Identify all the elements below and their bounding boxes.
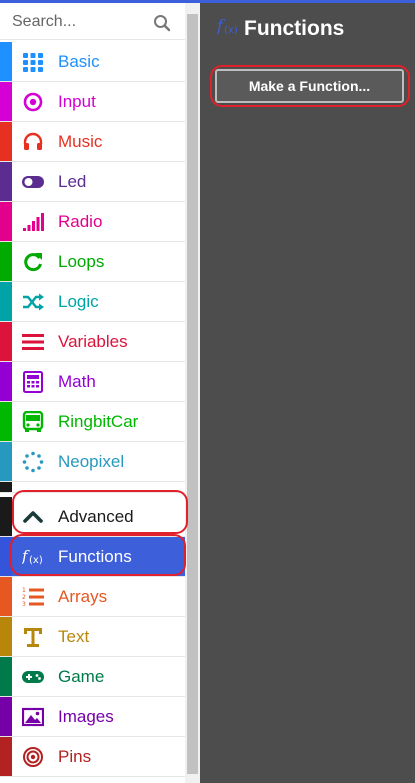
category-label: Variables <box>58 332 128 351</box>
search-bar <box>0 3 185 40</box>
make-function-button[interactable]: Make a Function... <box>215 69 404 103</box>
refresh-icon <box>24 253 42 272</box>
category-color-stripe <box>0 282 12 321</box>
signal-bars-icon <box>23 213 44 231</box>
category-label: Neopixel <box>58 452 125 471</box>
category-math[interactable]: Math <box>0 362 185 402</box>
category-color-stripe <box>0 322 12 361</box>
chevron-up-icon <box>23 511 43 523</box>
category-led[interactable]: Led <box>0 162 185 202</box>
category-color-stripe <box>0 162 12 201</box>
category-label: Input <box>58 92 96 111</box>
target-icon <box>23 92 43 112</box>
category-label: Music <box>58 132 103 151</box>
toggle-icon <box>22 176 44 188</box>
category-color-stripe <box>0 537 12 576</box>
category-label: Logic <box>58 292 99 311</box>
flyout-title: Functions <box>244 17 345 40</box>
gamepad-icon <box>22 671 44 683</box>
category-color-stripe <box>0 242 12 281</box>
category-label: Arrays <box>58 587 108 606</box>
search-input[interactable] <box>10 10 144 34</box>
pin-target-icon <box>23 747 43 767</box>
svg-text:(x): (x) <box>224 25 238 36</box>
category-advanced[interactable]: Advanced <box>0 497 185 537</box>
category-color-stripe <box>0 442 12 481</box>
text-t-icon <box>24 628 42 647</box>
image-icon <box>22 707 44 727</box>
functions-flyout: f (x) Functions Make a Function... <box>200 3 415 783</box>
category-basic[interactable]: Basic <box>0 42 185 82</box>
category-ringbitcar[interactable]: RingbitCar <box>0 402 185 442</box>
dotted-circle-icon <box>22 451 44 473</box>
category-label: Radio <box>58 212 103 231</box>
scrollbar-thumb[interactable] <box>187 14 198 774</box>
category-label: Advanced <box>58 507 134 526</box>
category-label: Text <box>58 627 90 646</box>
category-color-stripe <box>0 657 12 696</box>
category-list: Basic Input Music Led Radio Loops Logic … <box>0 42 185 493</box>
category-variables[interactable]: Variables <box>0 322 185 362</box>
category-label: Images <box>58 707 114 726</box>
category-logic[interactable]: Logic <box>0 282 185 322</box>
category-color-stripe <box>0 697 12 736</box>
numbered-list-icon: 123 <box>22 587 44 608</box>
category-label: Led <box>58 172 87 191</box>
category-text[interactable]: Text <box>0 617 185 657</box>
category-color-stripe <box>0 577 12 616</box>
category-label: Functions <box>58 547 132 566</box>
search-icon[interactable] <box>153 14 171 32</box>
grid-icon <box>23 53 43 72</box>
category-images[interactable]: Images <box>0 697 185 737</box>
category-radio[interactable]: Radio <box>0 202 185 242</box>
function-icon: f (x) <box>217 16 238 36</box>
category-arrays[interactable]: 123 Arrays <box>0 577 185 617</box>
category-color-stripe <box>0 737 12 776</box>
category-color-stripe <box>0 202 12 241</box>
category-label: Game <box>58 667 105 686</box>
category-color-stripe <box>0 497 12 536</box>
category-label: Math <box>58 372 96 391</box>
category-color-stripe <box>0 402 12 441</box>
category-label: Basic <box>58 52 100 71</box>
toolbox-sidebar: Basic Input Music <box>0 3 200 783</box>
svg-text:3: 3 <box>22 601 26 608</box>
category-separator <box>0 482 185 493</box>
category-pins[interactable]: Pins <box>0 737 185 777</box>
svg-text:1: 1 <box>22 587 26 594</box>
category-game[interactable]: Game <box>0 657 185 697</box>
category-neopixel[interactable]: Neopixel <box>0 442 185 482</box>
category-loops[interactable]: Loops <box>0 242 185 282</box>
category-label: RingbitCar <box>58 412 139 431</box>
svg-text:2: 2 <box>22 594 26 601</box>
category-music[interactable]: Music <box>0 122 185 162</box>
category-color-stripe <box>0 617 12 656</box>
shuffle-icon <box>23 293 44 311</box>
category-color-stripe <box>0 82 12 121</box>
bus-icon <box>22 411 44 432</box>
function-icon: f (x) <box>22 547 43 566</box>
category-color-stripe <box>0 42 12 81</box>
list-lines-icon <box>22 334 44 350</box>
category-label: Loops <box>58 252 105 271</box>
advanced-category-list: Advanced f (x) Functions 123 Arrays Text… <box>0 497 185 777</box>
category-input[interactable]: Input <box>0 82 185 122</box>
headphones-icon <box>23 132 43 150</box>
category-color-stripe <box>0 362 12 401</box>
category-label: Pins <box>58 747 92 766</box>
category-functions[interactable]: f (x) Functions <box>0 537 185 577</box>
calculator-icon <box>23 371 43 393</box>
category-color-stripe <box>0 122 12 161</box>
svg-text:(x): (x) <box>29 555 43 566</box>
